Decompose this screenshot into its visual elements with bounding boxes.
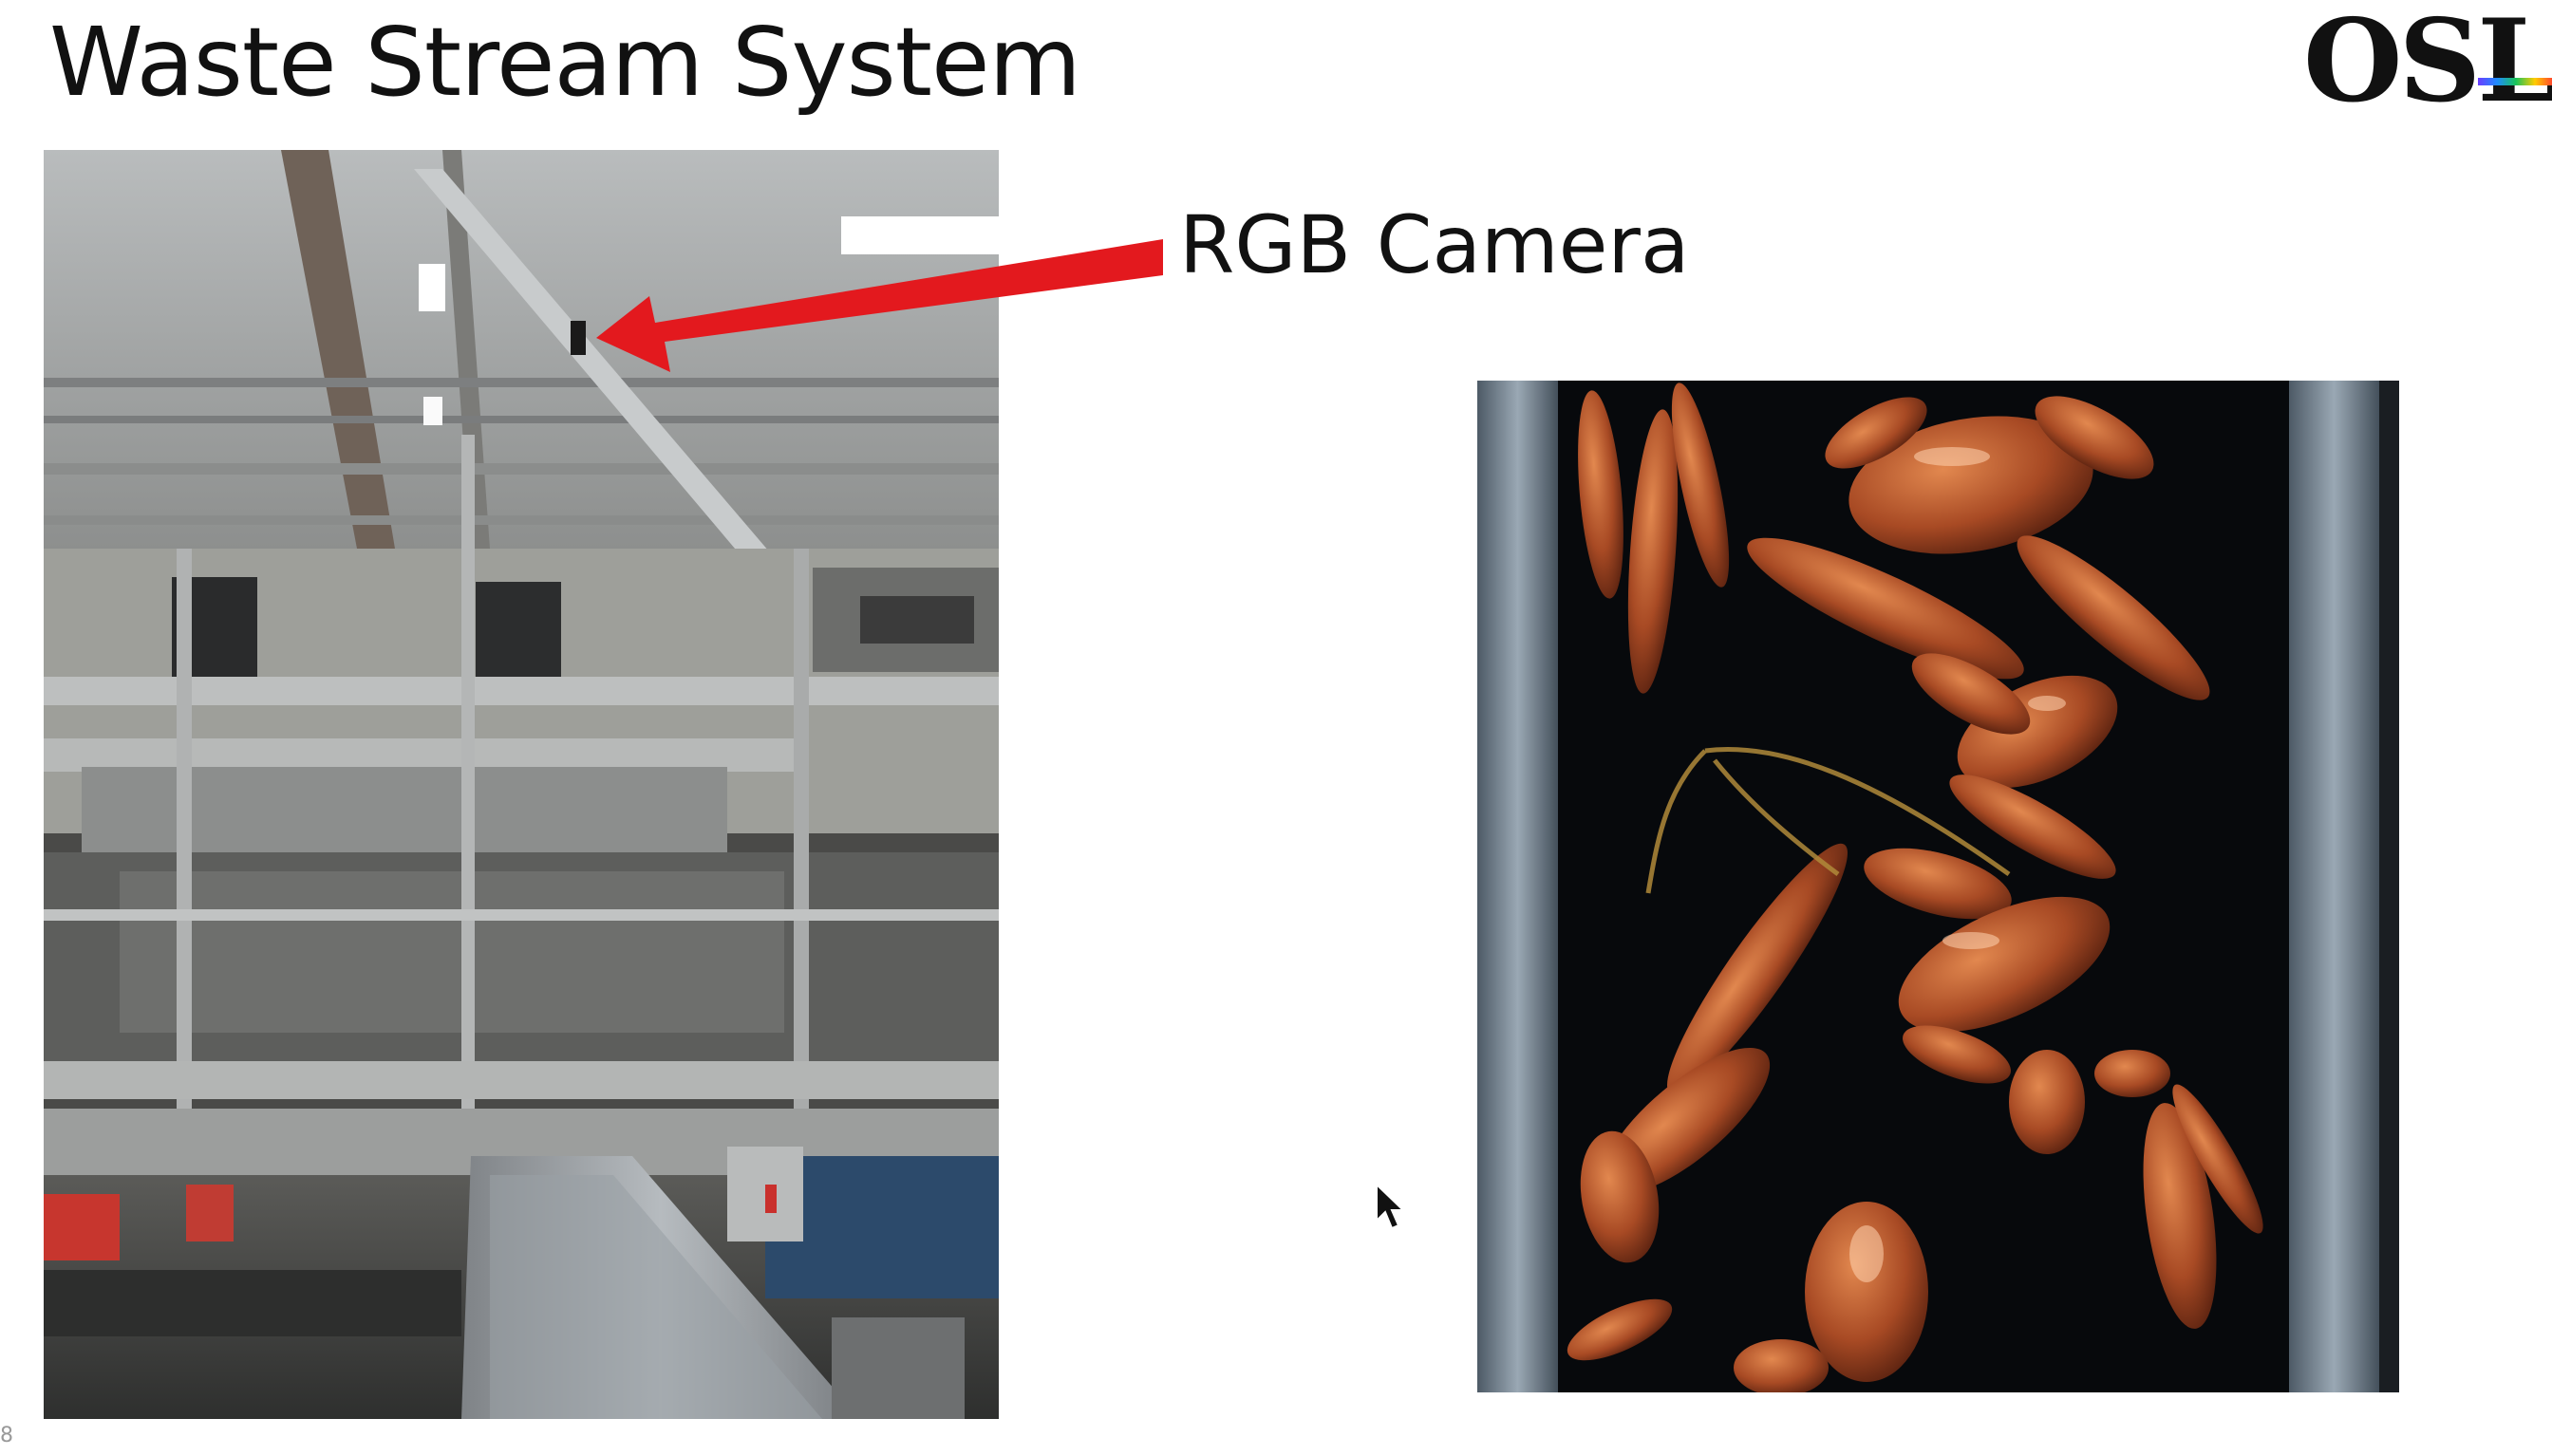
slide-title: Waste Stream System (49, 7, 1081, 118)
mouse-pointer-icon (1376, 1183, 1406, 1230)
osl-logo-icon: OSL (2298, 0, 2552, 128)
logo-color-stripe (2478, 78, 2552, 85)
sweet-potato-rgb-image (1477, 381, 2399, 1392)
rgb-camera-label: RGB Camera (1179, 198, 1690, 291)
logo-text: OSL (2303, 0, 2552, 128)
page-number: 8 (0, 1424, 13, 1447)
conveyor-system-photo (44, 150, 999, 1419)
